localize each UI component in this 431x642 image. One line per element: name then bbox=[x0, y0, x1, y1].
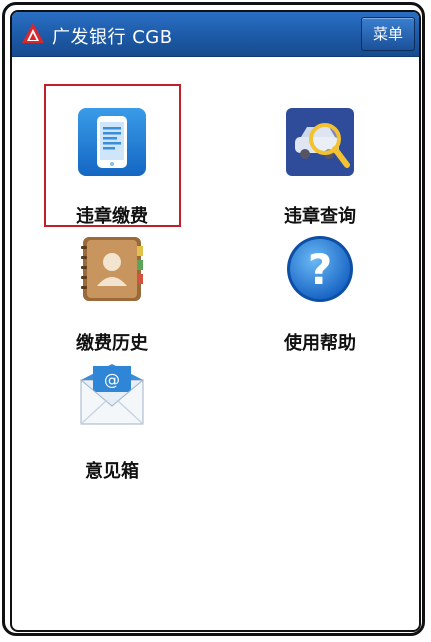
tile-label: 意见箱 bbox=[85, 461, 139, 482]
app-header: 广发银行 CGB 菜单 bbox=[12, 12, 419, 57]
tile-label: 使用帮助 bbox=[284, 333, 356, 354]
cgb-logo-icon bbox=[22, 23, 44, 43]
tile-label: 缴费历史 bbox=[76, 333, 148, 354]
question-mark-icon: ? bbox=[287, 236, 353, 302]
menu-button[interactable]: 菜单 bbox=[361, 17, 415, 51]
svg-text:@: @ bbox=[104, 370, 120, 389]
car-magnifier-icon bbox=[286, 108, 354, 176]
mail-envelope-icon: @ bbox=[80, 364, 144, 425]
app-title: 广发银行 CGB bbox=[52, 27, 173, 48]
contact-book-icon bbox=[81, 237, 143, 301]
tile-label: 违章查询 bbox=[284, 206, 356, 227]
svg-text:?: ? bbox=[308, 245, 332, 294]
selection-highlight bbox=[44, 84, 181, 227]
app-screen: 广发银行 CGB 菜单 违章缴费 违章查询 缴费历史 ? 使用帮助 @ 意见箱 bbox=[10, 10, 421, 632]
